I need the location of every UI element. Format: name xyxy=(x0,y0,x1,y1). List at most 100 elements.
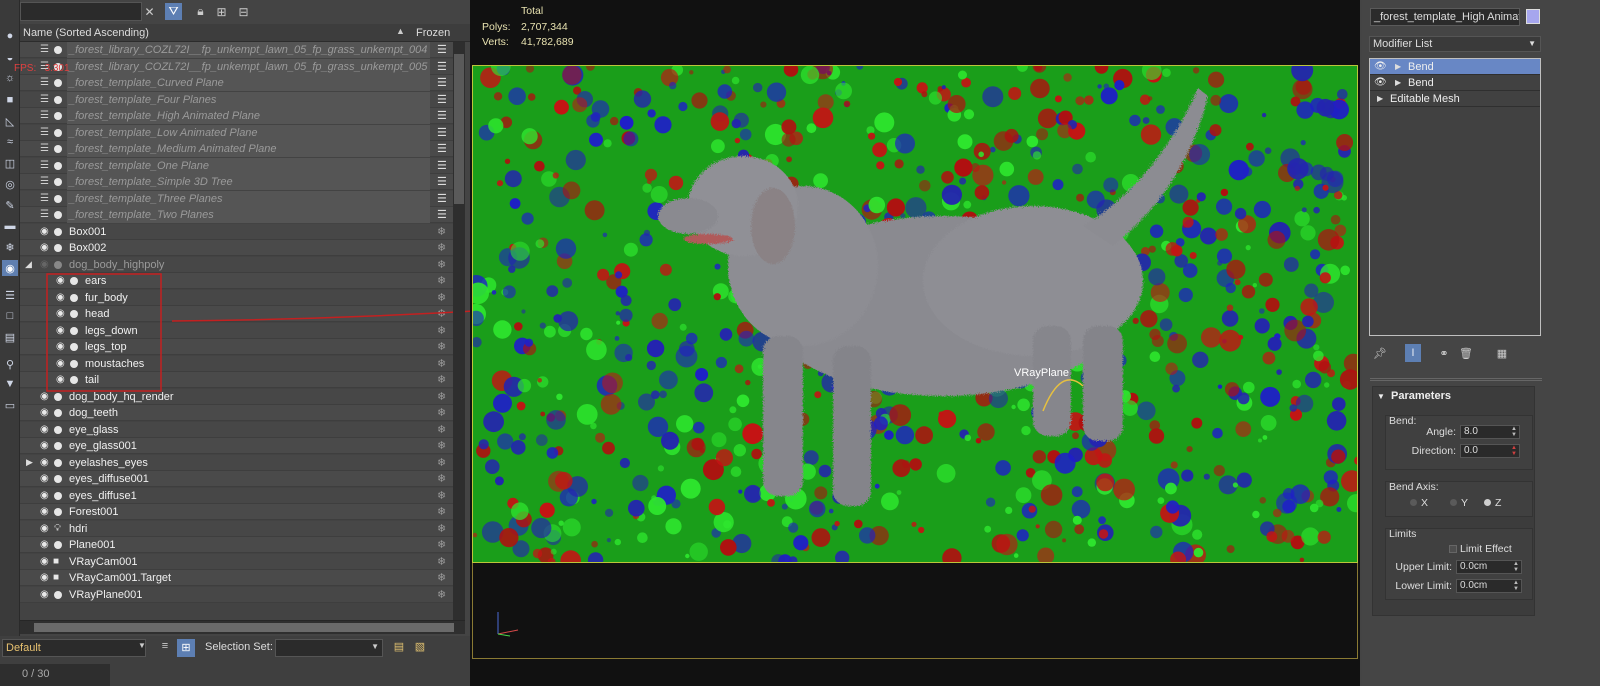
tree-row[interactable]: ☰ _forest_template_Medium Animated Plane ☰ xyxy=(20,141,465,157)
display-groups-icon[interactable]: ◫ xyxy=(2,155,18,171)
layers-icon[interactable]: ☰ xyxy=(40,110,49,121)
expanded-arrow-icon[interactable]: ◢ xyxy=(25,259,32,270)
layers-freeze-icon[interactable]: ☰ xyxy=(437,43,447,56)
tree-row[interactable]: ◉ VRayPlane001 ❄ xyxy=(20,586,465,603)
stack-item-editable-mesh[interactable]: ▶ Editable Mesh xyxy=(1370,91,1540,107)
row-label[interactable]: legs_down xyxy=(83,323,138,339)
display-containers-icon[interactable]: ▬ xyxy=(2,218,18,234)
tree-row[interactable]: ◉ Box002 ❄ xyxy=(20,240,465,256)
freeze-icon[interactable]: ❄ xyxy=(437,472,446,485)
stack-item-bend-1[interactable]: 👁︎ ▶ Bend xyxy=(1370,59,1540,75)
horizontal-scrollbar[interactable] xyxy=(20,620,465,634)
eye-icon[interactable]: ◉ xyxy=(40,407,49,418)
row-label[interactable]: _forest_template_One Plane xyxy=(67,157,430,174)
tree-row[interactable]: ◉ 💡︎ hdri ❄ xyxy=(20,520,465,537)
display-spacewarps-icon[interactable]: ≈ xyxy=(2,134,18,150)
tree-row[interactable]: ☰ _forest_template_Low Animated Plane ☰ xyxy=(20,124,465,141)
tree-row[interactable]: ☰ _forest_template_Four Planes ☰ xyxy=(20,91,465,108)
search-input[interactable] xyxy=(20,2,142,21)
tree-row[interactable]: ◉ eyes_diffuse001 ❄ xyxy=(20,471,465,487)
parameters-title[interactable]: ▼ Parameters xyxy=(1377,390,1451,402)
expand-arrow-icon[interactable]: ▶ xyxy=(1395,75,1401,91)
row-label[interactable]: VRayCam001.Target xyxy=(67,570,171,586)
row-label[interactable]: VRayCam001 xyxy=(67,554,137,570)
freeze-icon[interactable]: ❄ xyxy=(437,241,446,254)
selection-set-dropdown[interactable]: ▼ xyxy=(275,639,383,657)
row-label[interactable]: Box001 xyxy=(67,224,106,240)
tree-row[interactable]: ☰ _forest_template_Curved Plane ☰ xyxy=(20,75,465,91)
display-geometry-icon[interactable]: ● xyxy=(2,28,18,44)
layers-freeze-icon[interactable]: ☰ xyxy=(437,109,447,122)
tree-row[interactable]: ◉ ■ VRayCam001.Target ❄ xyxy=(20,570,465,586)
tree-row[interactable]: ◉ eyes_diffuse1 ❄ xyxy=(20,487,465,504)
tree-row[interactable]: ◉ eye_glass001 ❄ xyxy=(20,438,465,454)
freeze-icon[interactable]: ❄ xyxy=(437,373,446,386)
tree-row[interactable]: ☰ _forest_template_Three Planes ☰ xyxy=(20,190,465,207)
lower-limit-spinner[interactable]: 0.0cm ▲ ▼ xyxy=(1456,579,1522,593)
row-label[interactable]: fur_body xyxy=(83,290,128,306)
row-label[interactable]: _forest_template_Two Planes xyxy=(67,207,430,223)
freeze-icon[interactable]: ❄ xyxy=(437,274,446,287)
sort-ascending-icon[interactable]: ▲ xyxy=(396,26,405,36)
eye-icon[interactable]: ◉ xyxy=(40,539,49,550)
row-label[interactable]: dog_body_highpoly xyxy=(67,257,164,273)
layers-freeze-icon[interactable]: ☰ xyxy=(437,76,447,89)
eye-icon[interactable]: ◉ xyxy=(56,292,65,303)
eye-icon[interactable]: ◉ xyxy=(40,490,49,501)
layers-freeze-icon[interactable]: ☰ xyxy=(437,208,447,221)
freeze-icon[interactable]: ❄ xyxy=(437,522,446,535)
eye-icon[interactable]: ◉ xyxy=(40,226,49,237)
tree-row[interactable]: ◉ dog_body_hq_render ❄ xyxy=(20,388,465,405)
layer-dropdown-arrow-icon[interactable]: ▼ xyxy=(138,641,146,650)
row-label[interactable]: _forest_template_Four Planes xyxy=(67,91,430,108)
eye-icon[interactable]: ◉ xyxy=(40,506,49,517)
upper-limit-spinner[interactable]: 0.0cm ▲ ▼ xyxy=(1456,560,1522,574)
configure-modifier-sets-icon[interactable]: ▦ xyxy=(1494,344,1510,362)
freeze-icon[interactable]: ❄ xyxy=(437,357,446,370)
eye-icon[interactable]: ◉ xyxy=(40,391,49,402)
freeze-icon[interactable]: ❄ xyxy=(437,258,446,271)
sync-selection-icon[interactable]: ⚲ xyxy=(2,356,18,372)
direction-spinner[interactable]: 0.0 ▲ ▼ xyxy=(1460,444,1520,458)
eye-icon[interactable]: ◉ xyxy=(40,473,49,484)
filter-icon[interactable]: ▼ xyxy=(2,376,18,392)
layers-icon[interactable]: ☰ xyxy=(40,94,49,105)
eye-icon[interactable]: ◉ xyxy=(40,556,49,567)
pin-stack-icon[interactable]: 📌︎ xyxy=(1372,344,1388,362)
layer-hierarchy-icon[interactable]: ⊟ xyxy=(235,3,252,20)
freeze-icon[interactable]: ❄ xyxy=(437,406,446,419)
layers-icon[interactable]: ☰ xyxy=(40,160,49,171)
freeze-icon[interactable]: ❄ xyxy=(437,307,446,320)
tree-row[interactable]: ☰ _forest_library_COZL72I__fp_unkempt_law… xyxy=(20,42,465,58)
eye-icon[interactable]: ◉ xyxy=(56,325,65,336)
tree-row[interactable]: ◉ ears ❄ xyxy=(20,273,465,289)
vertical-scrollbar[interactable] xyxy=(453,42,465,620)
freeze-icon[interactable]: ❄ xyxy=(437,225,446,238)
tree-row[interactable]: ◉ legs_top ❄ xyxy=(20,339,465,355)
layers-icon[interactable]: ☰ xyxy=(40,143,49,154)
row-label[interactable]: _forest_template_Simple 3D Tree xyxy=(67,174,430,190)
layers-icon[interactable]: ☰ xyxy=(40,176,49,187)
horizontal-scroll-thumb[interactable] xyxy=(34,623,454,632)
layers-icon[interactable]: ☰ xyxy=(40,127,49,138)
layers-freeze-icon[interactable]: ☰ xyxy=(437,126,447,139)
layers-icon[interactable]: ☰ xyxy=(40,77,49,88)
display-hidden-icon[interactable]: ◉ xyxy=(2,260,18,276)
row-label[interactable]: _forest_template_Three Planes xyxy=(67,190,430,207)
layers-freeze-icon[interactable]: ☰ xyxy=(437,175,447,188)
row-label[interactable]: _forest_template_High Animated Plane xyxy=(67,108,430,124)
display-helpers-icon[interactable]: ◺ xyxy=(2,113,18,129)
selection-set-create-icon[interactable]: ▧ xyxy=(412,640,428,656)
freeze-icon[interactable]: ❄ xyxy=(437,291,446,304)
row-label[interactable]: hdri xyxy=(67,521,87,537)
viewport-render[interactable] xyxy=(472,65,1358,563)
freeze-icon[interactable]: ❄ xyxy=(437,340,446,353)
display-bones-icon[interactable]: ✎ xyxy=(2,197,18,213)
row-label[interactable]: dog_teeth xyxy=(67,405,118,421)
modifier-list-dropdown[interactable]: Modifier List ▼ xyxy=(1369,36,1541,52)
frame-pager[interactable]: 0 / 30 xyxy=(0,664,110,686)
tree-row[interactable]: ☰ _forest_template_Simple 3D Tree ☰ xyxy=(20,174,465,190)
tree-row[interactable]: ◉ legs_down ❄ xyxy=(20,322,465,339)
tree-row[interactable]: ☰ _forest_template_High Animated Plane ☰ xyxy=(20,108,465,124)
row-label[interactable]: _forest_template_Medium Animated Plane xyxy=(67,141,430,157)
